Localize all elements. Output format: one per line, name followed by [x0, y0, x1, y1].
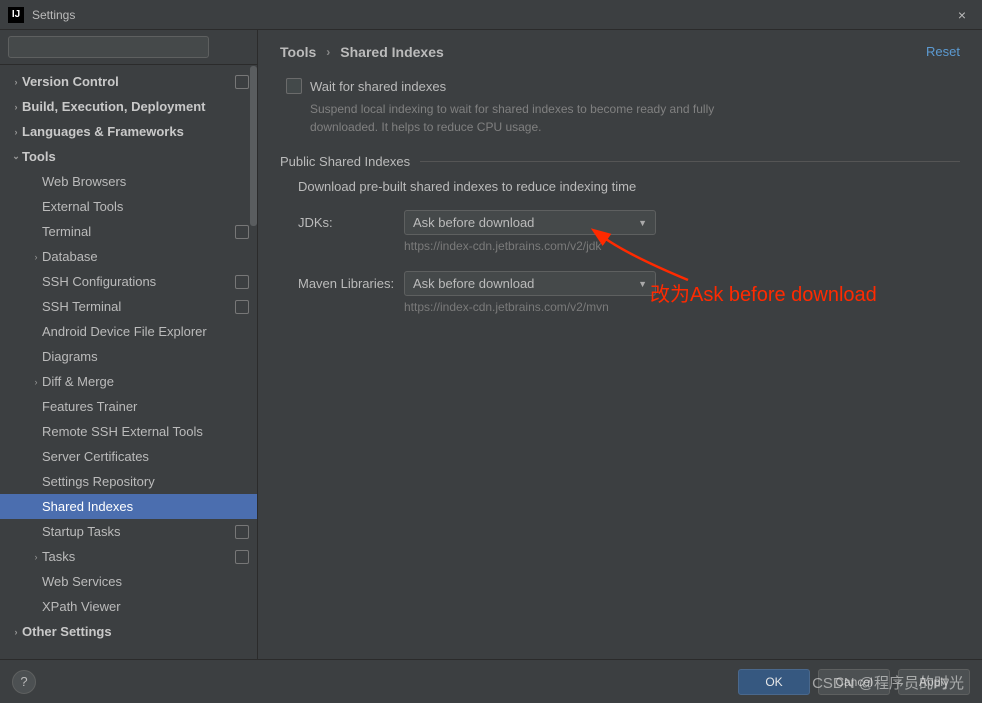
jdk-label: JDKs: — [298, 215, 404, 230]
wait-label[interactable]: Wait for shared indexes — [310, 79, 446, 94]
sidebar-item-tasks[interactable]: ›Tasks — [0, 544, 257, 569]
maven-dropdown[interactable]: Ask before download ▼ — [404, 271, 656, 296]
tree-arrow-icon: › — [30, 252, 42, 262]
sidebar-item-web-browsers[interactable]: Web Browsers — [0, 169, 257, 194]
window-title: Settings — [32, 8, 75, 22]
sidebar-item-label: Diagrams — [42, 349, 249, 364]
sidebar-item-label: Database — [42, 249, 249, 264]
sidebar-item-label: XPath Viewer — [42, 599, 249, 614]
tree-arrow-icon: › — [10, 77, 22, 87]
breadcrumb-leaf: Shared Indexes — [340, 44, 444, 60]
cancel-button[interactable]: Cancel — [818, 669, 890, 695]
sidebar-item-features-trainer[interactable]: Features Trainer — [0, 394, 257, 419]
reset-link[interactable]: Reset — [926, 44, 960, 59]
chevron-down-icon: ▼ — [638, 218, 647, 228]
sidebar-item-settings-repository[interactable]: Settings Repository — [0, 469, 257, 494]
sidebar-item-languages-frameworks[interactable]: ›Languages & Frameworks — [0, 119, 257, 144]
project-scope-icon — [235, 75, 249, 89]
tree-arrow-icon: › — [10, 127, 22, 137]
project-scope-icon — [235, 225, 249, 239]
breadcrumb: Tools › Shared Indexes — [280, 44, 960, 60]
public-description: Download pre-built shared indexes to red… — [298, 179, 960, 194]
project-scope-icon — [235, 550, 249, 564]
wait-description: Suspend local indexing to wait for share… — [310, 100, 750, 136]
sidebar-item-xpath-viewer[interactable]: XPath Viewer — [0, 594, 257, 619]
sidebar-item-label: Languages & Frameworks — [22, 124, 249, 139]
sidebar-item-other-settings[interactable]: ›Other Settings — [0, 619, 257, 644]
maven-url: https://index-cdn.jetbrains.com/v2/mvn — [404, 300, 960, 314]
sidebar-item-label: Terminal — [42, 224, 235, 239]
sidebar-item-android-device-file-explorer[interactable]: Android Device File Explorer — [0, 319, 257, 344]
maven-label: Maven Libraries: — [298, 276, 404, 291]
titlebar: IJ Settings × — [0, 0, 982, 30]
sidebar-item-label: External Tools — [42, 199, 249, 214]
tree-arrow-icon: › — [10, 102, 22, 112]
sidebar-item-build-execution-deployment[interactable]: ›Build, Execution, Deployment — [0, 94, 257, 119]
sidebar-item-label: SSH Configurations — [42, 274, 235, 289]
close-icon[interactable]: × — [950, 7, 974, 23]
sidebar-item-label: Tasks — [42, 549, 235, 564]
sidebar-item-label: Shared Indexes — [42, 499, 249, 514]
apply-button[interactable]: Apply — [898, 669, 970, 695]
sidebar-item-tools[interactable]: ⌄Tools — [0, 144, 257, 169]
jdk-value: Ask before download — [413, 215, 534, 230]
sidebar-item-ssh-configurations[interactable]: SSH Configurations — [0, 269, 257, 294]
section-heading: Public Shared Indexes — [280, 154, 410, 169]
tree-arrow-icon: › — [30, 552, 42, 562]
sidebar-item-label: Android Device File Explorer — [42, 324, 249, 339]
project-scope-icon — [235, 275, 249, 289]
search-input[interactable] — [8, 36, 209, 58]
sidebar-item-label: Version Control — [22, 74, 235, 89]
sidebar-item-startup-tasks[interactable]: Startup Tasks — [0, 519, 257, 544]
settings-tree[interactable]: ›Version Control›Build, Execution, Deplo… — [0, 65, 257, 659]
sidebar-item-terminal[interactable]: Terminal — [0, 219, 257, 244]
sidebar-item-label: Other Settings — [22, 624, 249, 639]
sidebar-item-label: Settings Repository — [42, 474, 249, 489]
sidebar-item-label: Remote SSH External Tools — [42, 424, 249, 439]
sidebar-item-label: Web Services — [42, 574, 249, 589]
sidebar-item-shared-indexes[interactable]: Shared Indexes — [0, 494, 257, 519]
ok-button[interactable]: OK — [738, 669, 810, 695]
sidebar-item-diagrams[interactable]: Diagrams — [0, 344, 257, 369]
sidebar-item-web-services[interactable]: Web Services — [0, 569, 257, 594]
sidebar-item-database[interactable]: ›Database — [0, 244, 257, 269]
wait-checkbox[interactable] — [286, 78, 302, 94]
dialog-footer: ? OK Cancel Apply — [0, 659, 982, 703]
sidebar-item-external-tools[interactable]: External Tools — [0, 194, 257, 219]
sidebar-item-label: Build, Execution, Deployment — [22, 99, 249, 114]
tree-arrow-icon: › — [30, 377, 42, 387]
chevron-down-icon: ▼ — [638, 279, 647, 289]
maven-value: Ask before download — [413, 276, 534, 291]
tree-arrow-icon: ⌄ — [10, 151, 22, 162]
sidebar-item-label: Diff & Merge — [42, 374, 249, 389]
sidebar-item-label: Web Browsers — [42, 174, 249, 189]
sidebar-item-diff-merge[interactable]: ›Diff & Merge — [0, 369, 257, 394]
jdk-dropdown[interactable]: Ask before download ▼ — [404, 210, 656, 235]
sidebar-item-version-control[interactable]: ›Version Control — [0, 69, 257, 94]
sidebar: ⌕ ›Version Control›Build, Execution, Dep… — [0, 30, 258, 659]
breadcrumb-root[interactable]: Tools — [280, 44, 316, 60]
sidebar-item-label: Startup Tasks — [42, 524, 235, 539]
tree-arrow-icon: › — [10, 627, 22, 637]
project-scope-icon — [235, 525, 249, 539]
sidebar-item-remote-ssh-external-tools[interactable]: Remote SSH External Tools — [0, 419, 257, 444]
app-icon: IJ — [8, 7, 24, 23]
sidebar-item-server-certificates[interactable]: Server Certificates — [0, 444, 257, 469]
section-public-indexes: Public Shared Indexes — [280, 154, 960, 169]
project-scope-icon — [235, 300, 249, 314]
sidebar-item-label: Features Trainer — [42, 399, 249, 414]
scrollbar[interactable] — [250, 66, 257, 226]
chevron-right-icon: › — [326, 45, 330, 59]
jdk-url: https://index-cdn.jetbrains.com/v2/jdk — [404, 239, 960, 253]
sidebar-item-label: Tools — [22, 149, 249, 164]
sidebar-item-label: Server Certificates — [42, 449, 249, 464]
sidebar-item-label: SSH Terminal — [42, 299, 235, 314]
help-button[interactable]: ? — [12, 670, 36, 694]
sidebar-item-ssh-terminal[interactable]: SSH Terminal — [0, 294, 257, 319]
main-panel: Tools › Shared Indexes Reset Wait for sh… — [258, 30, 982, 659]
